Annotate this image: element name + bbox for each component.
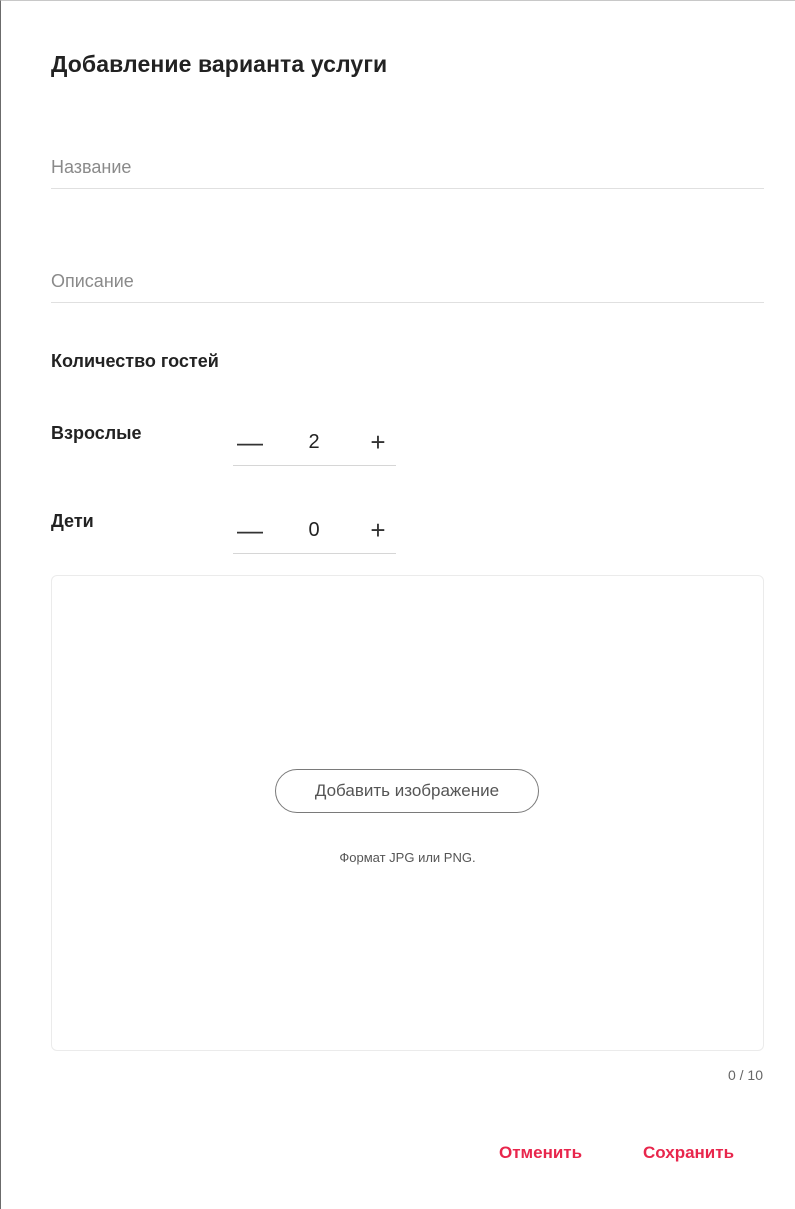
adults-stepper: — 2 + — [233, 423, 396, 466]
name-field[interactable]: Название — [51, 144, 764, 189]
description-field[interactable]: Описание — [51, 258, 764, 303]
cancel-button[interactable]: Отменить — [499, 1143, 582, 1163]
image-dropzone[interactable] — [51, 575, 764, 1051]
format-hint: Формат JPG или PNG. — [339, 850, 476, 865]
adults-increment-button[interactable]: + — [361, 427, 395, 457]
adults-label: Взрослые — [51, 423, 142, 443]
guests-count-label: Количество гостей — [51, 351, 219, 371]
children-value: 0 — [308, 519, 320, 541]
description-placeholder: Описание — [51, 271, 134, 291]
name-placeholder: Название — [51, 157, 132, 177]
add-image-button[interactable]: Добавить изображение — [275, 769, 539, 813]
children-stepper: — 0 + — [233, 511, 396, 554]
add-service-variant-dialog: Добавление варианта услуги Название Опис… — [0, 0, 795, 1209]
adults-value: 2 — [308, 431, 320, 453]
adults-decrement-button[interactable]: — — [233, 427, 267, 457]
save-button[interactable]: Сохранить — [643, 1143, 734, 1163]
children-decrement-button[interactable]: — — [233, 515, 267, 545]
children-increment-button[interactable]: + — [361, 515, 395, 545]
image-counter: 0 / 10 — [727, 1067, 763, 1083]
dialog-title: Добавление варианта услуги — [51, 51, 388, 77]
children-label: Дети — [51, 511, 94, 531]
